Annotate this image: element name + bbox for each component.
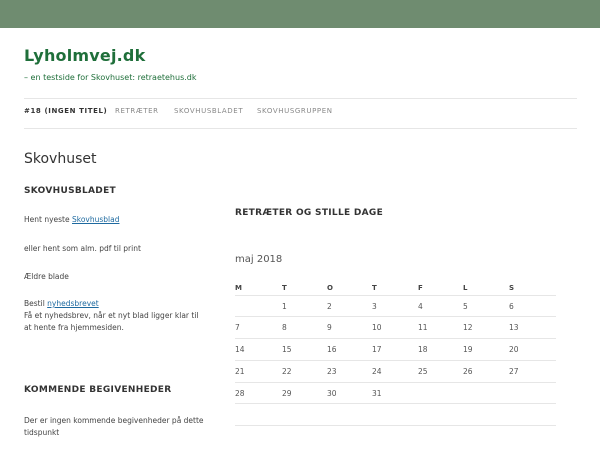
hent-text: Hent nyeste: [24, 215, 72, 224]
no-events-text: Der er ingen kommende begivenheder på de…: [24, 416, 204, 437]
nav-item-18-ingen-titel[interactable]: #18 (INGEN TITEL): [24, 107, 107, 115]
page-title: Skovhuset: [24, 151, 97, 167]
nav-item-skovhusbladet[interactable]: SKOVHUSBLADET: [174, 107, 243, 115]
calendar-divider: [235, 316, 556, 317]
calendar-day: 19: [463, 345, 473, 354]
calendar-divider: [235, 295, 556, 296]
calendar-weekday-header: F: [418, 284, 423, 292]
calendar-day: 3: [372, 302, 377, 311]
site-description: – en testside for Skovhuset: retraetehus…: [24, 73, 197, 82]
widget-title-kommende-begivenheder: KOMMENDE BEGIVENHEDER: [24, 385, 172, 395]
calendar-day: 14: [235, 345, 245, 354]
aeldre-blade-text: Ældre blade: [24, 272, 69, 281]
nav-item-skovhusgruppen[interactable]: SKOVHUSGRUPPEN: [257, 107, 333, 115]
calendar-caption: maj 2018: [235, 254, 283, 265]
calendar-day: 22: [282, 367, 292, 376]
calendar-day: 10: [372, 323, 382, 332]
calendar-day: 30: [327, 389, 337, 398]
bestil-paragraph: Bestil nyhedsbrevet Få et nyhedsbrev, nå…: [24, 298, 204, 334]
calendar-day: 25: [418, 367, 428, 376]
calendar-day: 6: [509, 302, 514, 311]
calendar-day: 27: [509, 367, 519, 376]
calendar-weekday-header: S: [509, 284, 515, 292]
hent-paragraph: Hent nyeste Skovhusblad: [24, 214, 204, 226]
calendar-day: 16: [327, 345, 337, 354]
nav-item-retraeter[interactable]: RETRÆTER: [115, 107, 159, 115]
skovhusblad-link[interactable]: Skovhusblad: [72, 215, 119, 224]
calendar-day: 23: [327, 367, 337, 376]
calendar-divider: [235, 338, 556, 339]
calendar-day: 26: [463, 367, 473, 376]
calendar-divider: [235, 360, 556, 361]
calendar-day: 17: [372, 345, 382, 354]
calendar-widget-title: RETRÆTER OG STILLE DAGE: [235, 208, 384, 218]
calendar-day: 4: [418, 302, 423, 311]
site-title[interactable]: Lyholmvej.dk: [24, 46, 145, 65]
calendar-day: 18: [418, 345, 428, 354]
divider: [24, 128, 577, 129]
calendar-day: 29: [282, 389, 292, 398]
calendar-day: 2: [327, 302, 332, 311]
calendar-divider: [235, 425, 556, 426]
calendar-day: 7: [235, 323, 240, 332]
calendar-day: 9: [327, 323, 332, 332]
pdf-text: eller hent som alm. pdf til print: [24, 244, 141, 253]
calendar-day: 28: [235, 389, 245, 398]
calendar-day: 24: [372, 367, 382, 376]
calendar-day: 1: [282, 302, 287, 311]
calendar-weekday-header: O: [327, 284, 333, 292]
calendar-day: 12: [463, 323, 473, 332]
calendar-day: 20: [509, 345, 519, 354]
calendar-weekday-header: T: [372, 284, 377, 292]
calendar-day: 31: [372, 389, 382, 398]
calendar-divider: [235, 403, 556, 404]
calendar-weekday-header: T: [282, 284, 287, 292]
calendar-day: 11: [418, 323, 428, 332]
widget-title-skovhusbladet: SKOVHUSBLADET: [24, 186, 116, 196]
calendar-day: 21: [235, 367, 245, 376]
header-band: [0, 0, 600, 28]
divider: [24, 98, 577, 99]
calendar-day: 13: [509, 323, 519, 332]
calendar-day: 8: [282, 323, 287, 332]
calendar-day: 5: [463, 302, 468, 311]
nyhedsbrevet-link[interactable]: nyhedsbrevet: [47, 299, 99, 308]
bestil-text: Bestil: [24, 299, 48, 308]
calendar-divider: [235, 382, 556, 383]
nyhedsbrev-info: Få et nyhedsbrev, når et nyt blad ligger…: [24, 311, 199, 332]
calendar-weekday-header: M: [235, 284, 242, 292]
calendar-day: 15: [282, 345, 292, 354]
calendar-weekday-header: L: [463, 284, 468, 292]
